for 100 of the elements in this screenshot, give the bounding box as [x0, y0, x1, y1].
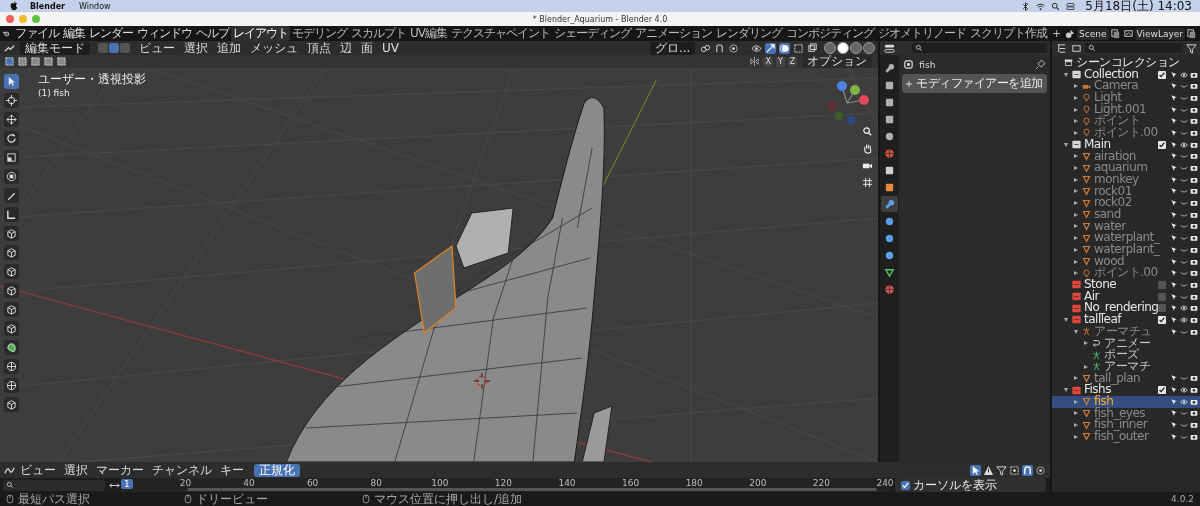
- outliner-item[interactable]: rock02: [1094, 197, 1132, 209]
- magnet-icon[interactable]: [714, 42, 726, 54]
- expand-arrow-icon[interactable]: [1074, 166, 1078, 171]
- bluetooth-icon[interactable]: [1021, 1, 1031, 11]
- camera-icon[interactable]: [1190, 199, 1199, 208]
- outliner-item[interactable]: アーマチ: [1104, 360, 1150, 373]
- outliner-item[interactable]: monkey: [1094, 173, 1139, 186]
- menu-item[interactable]: 面: [357, 41, 377, 55]
- outliner-item[interactable]: fish_inner: [1094, 419, 1148, 431]
- snap-icon[interactable]: [1022, 464, 1033, 476]
- search-field[interactable]: [912, 43, 1047, 53]
- outliner-item[interactable]: シーンコレクション: [1076, 57, 1180, 69]
- exclude-checkbox[interactable]: [1158, 280, 1167, 289]
- camera-icon[interactable]: [1190, 187, 1199, 196]
- camera-icon[interactable]: [1190, 210, 1199, 219]
- scene-field[interactable]: Scene: [1077, 27, 1109, 40]
- expand-arrow-icon[interactable]: [1084, 341, 1088, 346]
- workspace-tab[interactable]: アニメーション: [632, 26, 714, 41]
- cube-icon[interactable]: [4, 397, 19, 412]
- outliner-item[interactable]: Stone: [1084, 279, 1117, 291]
- filter-icon[interactable]: [996, 464, 1007, 476]
- expand-arrow-icon[interactable]: [1074, 399, 1078, 404]
- sphere-icon[interactable]: [4, 359, 19, 374]
- normalize-toggle[interactable]: 正規化: [254, 463, 300, 477]
- expand-arrow-icon[interactable]: [1074, 376, 1078, 381]
- box-select-mode-icon[interactable]: [43, 56, 54, 67]
- camera-icon[interactable]: [1190, 327, 1199, 336]
- copy-icon[interactable]: [1109, 28, 1121, 39]
- menu-item[interactable]: キー: [216, 463, 248, 477]
- axis-toggle[interactable]: Y: [775, 56, 785, 67]
- expand-arrow-icon[interactable]: [1074, 201, 1078, 206]
- closed-eye-icon[interactable]: [1180, 117, 1189, 126]
- expand-arrow-icon[interactable]: [1074, 130, 1078, 135]
- eye-icon[interactable]: [1180, 397, 1189, 406]
- cube-icon[interactable]: [4, 302, 19, 317]
- camera-icon[interactable]: [1190, 117, 1199, 126]
- cube-icon[interactable]: [4, 283, 19, 298]
- link-icon[interactable]: [700, 42, 712, 54]
- camera-icon[interactable]: [1190, 164, 1199, 173]
- workspace-tab[interactable]: ジオメトリノード: [875, 26, 968, 41]
- menu-item[interactable]: チャンネル: [148, 463, 216, 477]
- cube-icon[interactable]: [4, 226, 19, 241]
- pencil-icon[interactable]: [4, 188, 19, 203]
- workspace-tab[interactable]: レンダリング: [713, 26, 784, 41]
- shading-mode-button[interactable]: [837, 42, 850, 54]
- menu-item[interactable]: 頂点: [303, 41, 335, 55]
- mirror-icon[interactable]: [749, 56, 761, 67]
- outliner-item[interactable]: sand: [1094, 208, 1121, 221]
- tree-view-icon[interactable]: [1056, 42, 1067, 54]
- expand-arrow-icon[interactable]: [1084, 364, 1088, 369]
- box-select-mode-icon[interactable]: [56, 56, 67, 67]
- menu-item[interactable]: ヘルプ: [193, 26, 231, 41]
- workspace-tab[interactable]: モデリング: [289, 26, 349, 41]
- eye-icon[interactable]: [1180, 386, 1189, 395]
- menu-item[interactable]: 辺: [336, 41, 356, 55]
- exclude-checkbox[interactable]: [1158, 386, 1167, 395]
- search-field[interactable]: [1085, 43, 1184, 53]
- camera-icon[interactable]: [1190, 140, 1199, 149]
- orientation-dropdown[interactable]: グロ...: [649, 41, 696, 55]
- expand-arrow-icon[interactable]: [1064, 72, 1068, 77]
- camera-icon[interactable]: [1190, 128, 1199, 137]
- editor-type-icon[interactable]: [884, 42, 896, 54]
- view-layer-icon[interactable]: [1122, 28, 1134, 39]
- outliner-item[interactable]: airation: [1094, 150, 1136, 163]
- warning-icon[interactable]: [983, 464, 994, 476]
- closed-eye-icon[interactable]: [1180, 152, 1189, 161]
- axis-toggle[interactable]: Z: [787, 56, 798, 67]
- outliner-item[interactable]: ポイント.00: [1094, 127, 1158, 139]
- expand-arrow-icon[interactable]: [1064, 388, 1068, 393]
- proportional-icon[interactable]: [728, 42, 740, 54]
- closed-eye-icon[interactable]: [1180, 269, 1189, 278]
- expand-arrow-icon[interactable]: [1074, 119, 1078, 124]
- outliner-item[interactable]: tallleaf: [1084, 314, 1122, 326]
- search-field[interactable]: [3, 479, 105, 491]
- outliner-item[interactable]: aquarium: [1094, 162, 1148, 174]
- options-dropdown[interactable]: オプション: [802, 55, 873, 68]
- closed-eye-icon[interactable]: [1180, 164, 1189, 173]
- camera-icon[interactable]: [1190, 292, 1199, 301]
- camera-icon[interactable]: [1190, 269, 1199, 278]
- camera-icon[interactable]: [1190, 409, 1199, 418]
- move-arrows-icon[interactable]: [4, 112, 19, 127]
- outliner-item[interactable]: Main: [1084, 138, 1111, 151]
- outliner-item[interactable]: water: [1094, 220, 1126, 233]
- scale-icon[interactable]: [4, 150, 19, 165]
- camera-icon[interactable]: [1190, 70, 1199, 79]
- show-cursor-checkbox[interactable]: [901, 480, 910, 490]
- menu-item[interactable]: ファイル: [12, 26, 61, 41]
- wifi-icon[interactable]: [1036, 1, 1046, 11]
- camera-icon[interactable]: [1190, 432, 1199, 441]
- ruler-icon[interactable]: [4, 207, 19, 222]
- closed-eye-icon[interactable]: [1180, 421, 1189, 430]
- exclude-checkbox[interactable]: [1158, 304, 1167, 313]
- grid-icon[interactable]: [862, 177, 873, 188]
- expand-arrow-icon[interactable]: [1074, 236, 1078, 241]
- camera-icon[interactable]: [1190, 257, 1199, 266]
- camera-icon[interactable]: [1190, 315, 1199, 324]
- box-select-mode-icon[interactable]: [17, 56, 28, 67]
- cursor-arrow-icon[interactable]: [970, 464, 981, 476]
- gizmo-toggle-icon[interactable]: [765, 42, 777, 54]
- exclude-checkbox[interactable]: [1158, 292, 1167, 301]
